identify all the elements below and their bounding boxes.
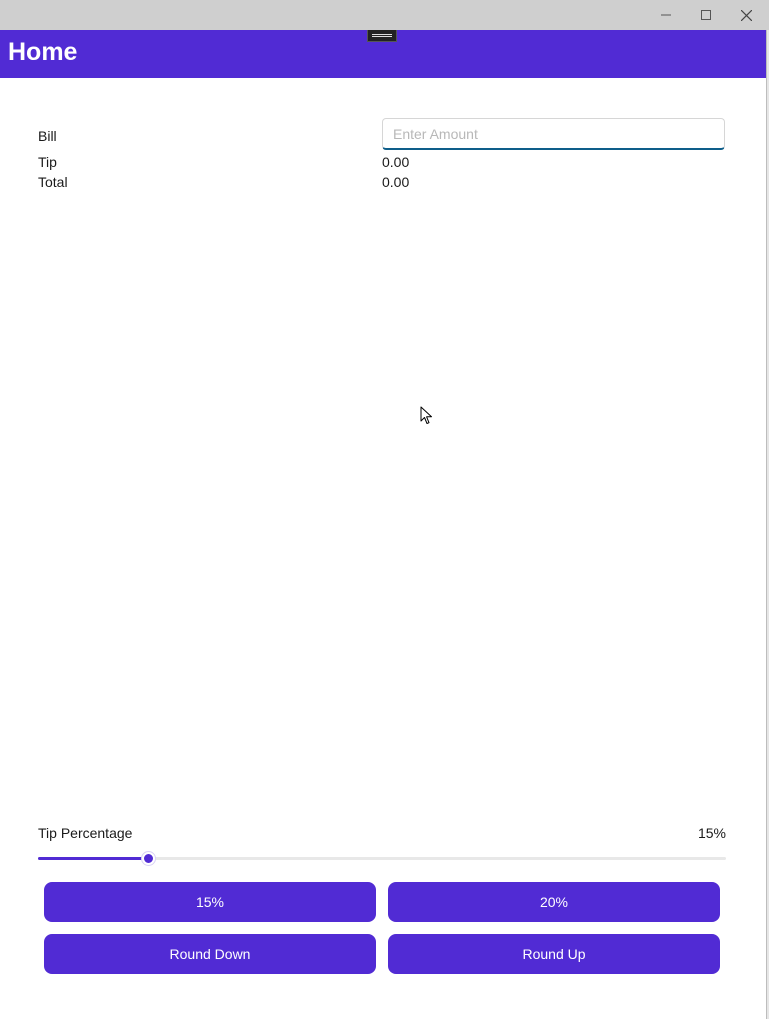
minimize-button[interactable] bbox=[646, 0, 686, 30]
tip-label: Tip bbox=[38, 154, 57, 170]
total-label: Total bbox=[38, 174, 68, 190]
mouse-cursor-icon bbox=[420, 406, 432, 424]
tip-value: 0.00 bbox=[382, 154, 410, 170]
maximize-button[interactable] bbox=[686, 0, 726, 30]
tip-percentage-value: 15% bbox=[697, 825, 726, 841]
window-titlebar bbox=[0, 0, 769, 30]
total-value: 0.00 bbox=[382, 174, 410, 190]
tip-20-button[interactable]: 20% bbox=[388, 882, 720, 922]
maximize-icon bbox=[701, 10, 711, 20]
tip-percentage-label: Tip Percentage bbox=[38, 825, 133, 841]
round-up-button[interactable]: Round Up bbox=[388, 934, 720, 974]
close-button[interactable] bbox=[726, 0, 766, 30]
bill-input[interactable] bbox=[382, 118, 725, 150]
app-header: Home bbox=[0, 30, 766, 78]
slider-fill bbox=[38, 857, 148, 860]
drag-handle-icon[interactable] bbox=[367, 30, 397, 42]
slider-thumb[interactable] bbox=[142, 852, 155, 865]
close-icon bbox=[740, 9, 752, 21]
round-down-button[interactable]: Round Down bbox=[44, 934, 376, 974]
page-title: Home bbox=[8, 38, 78, 66]
bill-label: Bill bbox=[38, 128, 57, 144]
minimize-icon bbox=[661, 14, 671, 16]
tip-15-button[interactable]: 15% bbox=[44, 882, 376, 922]
tip-percentage-slider[interactable] bbox=[38, 852, 726, 865]
